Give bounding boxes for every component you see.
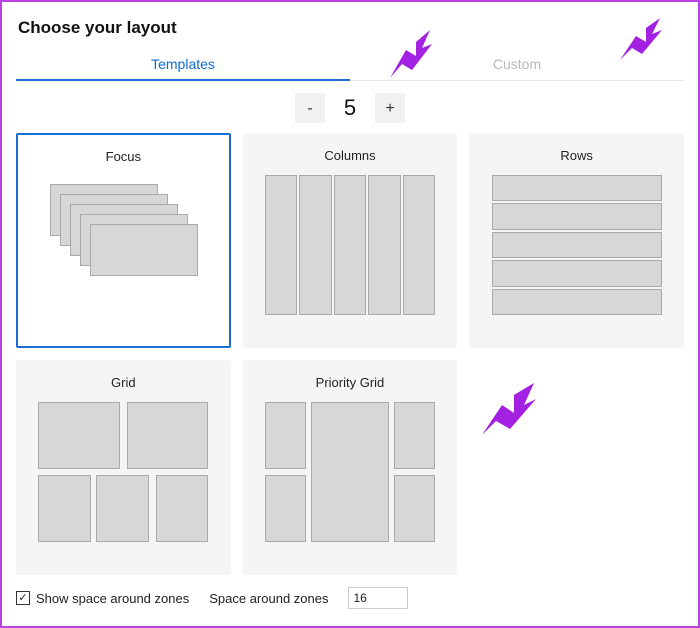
- preview-grid: [38, 402, 208, 542]
- template-label: Grid: [111, 375, 136, 390]
- template-label: Focus: [106, 149, 141, 164]
- preview-priority-grid: [265, 402, 435, 542]
- template-label: Priority Grid: [316, 375, 385, 390]
- tabs: Templates Custom: [16, 46, 684, 81]
- preview-columns: [265, 175, 435, 315]
- space-around-input[interactable]: 16: [348, 587, 408, 609]
- show-space-checkbox[interactable]: ✓ Show space around zones: [16, 591, 189, 606]
- zone-count-stepper: - 5 +: [16, 93, 684, 123]
- preview-focus: [38, 176, 208, 316]
- page-title: Choose your layout: [18, 18, 684, 38]
- footer-controls: ✓ Show space around zones Space around z…: [16, 587, 684, 609]
- decrement-button[interactable]: -: [295, 93, 325, 123]
- tab-custom[interactable]: Custom: [350, 46, 684, 80]
- template-focus[interactable]: Focus: [16, 133, 231, 348]
- template-label: Rows: [560, 148, 593, 163]
- zone-count-value: 5: [335, 95, 365, 121]
- template-grid-preset[interactable]: Grid: [16, 360, 231, 575]
- template-rows[interactable]: Rows: [469, 133, 684, 348]
- show-space-label: Show space around zones: [36, 591, 189, 606]
- template-label: Columns: [324, 148, 375, 163]
- preview-rows: [492, 175, 662, 315]
- checkbox-icon: ✓: [16, 591, 30, 605]
- layout-chooser-window: Choose your layout Templates Custom - 5 …: [0, 0, 700, 628]
- space-around-value: 16: [353, 591, 366, 605]
- template-grid: Focus Columns Rows Grid: [16, 133, 684, 575]
- tab-templates[interactable]: Templates: [16, 46, 350, 80]
- space-around-label: Space around zones: [209, 591, 328, 606]
- template-columns[interactable]: Columns: [243, 133, 458, 348]
- template-priority-grid[interactable]: Priority Grid: [243, 360, 458, 575]
- increment-button[interactable]: +: [375, 93, 405, 123]
